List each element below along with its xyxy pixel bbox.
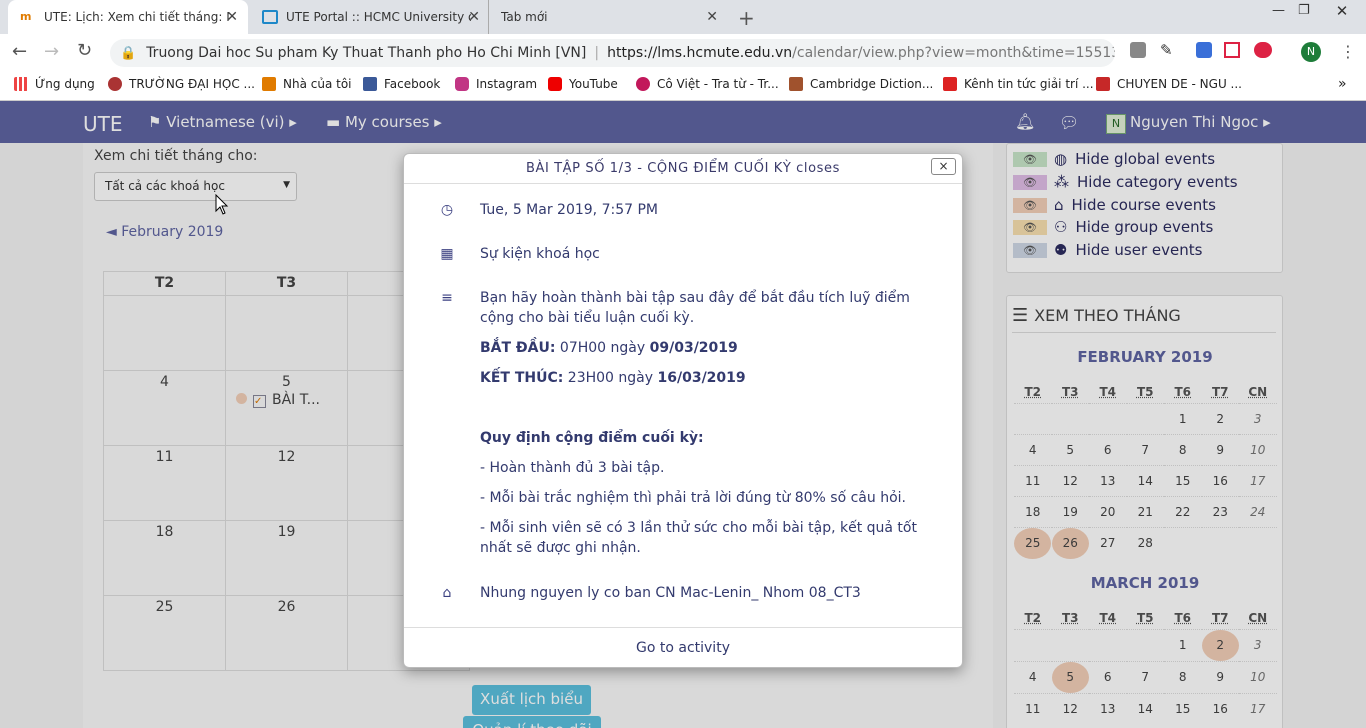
apps-grid-icon [14,77,28,91]
event-details-modal: BÀI TẬP SỐ 1/3 - CỘNG ĐIỂM CUỐI KỲ close… [403,153,963,668]
moodle-favicon-icon: m [20,10,32,23]
pdf-icon [1096,77,1110,91]
lock-icon: 🔒 [120,45,137,61]
modal-close-button[interactable]: × [931,158,956,175]
clock-icon: ◷ [440,202,454,218]
bookmark-cambridge[interactable]: Cambridge Diction... [789,77,933,91]
back-arrow-icon[interactable]: ← [12,41,27,62]
bookmark-apps[interactable]: Ứng dụng [14,77,95,91]
tab-ute-portal[interactable]: UTE Portal :: HCMC University of ✕ [250,0,490,34]
minimize-icon[interactable]: — [1272,3,1285,18]
rules-heading: Quy định cộng điểm cuối kỳ: [480,430,704,446]
reload-icon[interactable]: ↻ [77,40,92,61]
close-tab-icon[interactable]: ✕ [226,9,238,25]
bookmark-nha-cua-toi[interactable]: Nhà của tôi [262,77,352,91]
rule-item: - Mỗi bài trắc nghiệm thì phải trả lời đ… [480,490,906,506]
rule-item: - Mỗi sinh viên sẽ có 3 lần thử sức cho … [480,520,917,556]
restore-icon[interactable]: ❐ [1298,3,1310,18]
event-datetime: Tue, 5 Mar 2019, 7:57 PM [480,202,658,218]
bookmark-instagram[interactable]: Instagram [455,77,537,91]
forward-arrow-icon[interactable]: → [44,41,59,62]
youtube-icon [548,77,562,91]
bookmark-chuyen-de[interactable]: CHUYEN DE - NGU ... [1096,77,1242,91]
bookmark-co-viet[interactable]: Cô Việt - Tra từ - Tr... [636,77,779,91]
cambridge-shield-icon [789,77,803,91]
bookmark-youtube[interactable]: YouTube [548,77,618,91]
tab-new[interactable]: Tab mới ✕ [488,0,728,34]
event-end: KẾT THÚC: 23H00 ngày 16/03/2019 [480,370,746,386]
institution-icon: ⌂ [442,585,452,601]
bookmark-truong[interactable]: TRƯỜNG ĐẠI HỌC ... [108,77,255,91]
event-type: Sự kiện khoá học [480,246,600,262]
school-logo-icon [108,77,122,91]
modal-title: BÀI TẬP SỐ 1/3 - CỘNG ĐIỂM CUỐI KỲ close… [404,154,962,184]
co-viet-icon [636,77,650,91]
go-to-activity-link[interactable]: Go to activity [404,627,962,668]
new-tab-plus-icon[interactable]: + [738,6,755,30]
browser-tab-bar: m UTE: Lịch: Xem chi tiết tháng: Ma ✕ UT… [0,0,1366,34]
instagram-icon [455,77,469,91]
extension-icon[interactable] [1224,42,1240,58]
close-tab-icon[interactable]: ✕ [468,9,480,25]
facebook-ext-icon[interactable] [1130,42,1146,58]
tab-ute-calendar[interactable]: m UTE: Lịch: Xem chi tiết tháng: Ma ✕ [8,0,248,34]
moodle-icon [262,77,276,91]
eyedropper-icon[interactable]: ✎ [1160,41,1173,59]
calendar-icon: ▦ [440,246,454,262]
kenh14-icon [943,77,957,91]
bookmark-kenh14[interactable]: Kênh tin tức giải trí ... [943,77,1094,91]
window-close-icon[interactable]: ✕ [1318,0,1366,22]
close-tab-icon[interactable]: ✕ [706,9,718,25]
facebook-icon [363,77,377,91]
event-description: Bạn hãy hoàn thành bài tập sau đây để bắ… [480,290,910,326]
extension-icon[interactable] [1196,42,1212,58]
align-left-icon: ≡ [441,290,453,306]
more-bookmarks-icon[interactable]: » [1338,76,1347,92]
event-course[interactable]: Nhung nguyen ly co ban CN Mac-Lenin_ Nho… [480,583,861,603]
bookmark-facebook[interactable]: Facebook [363,77,440,91]
extension-icon[interactable] [1254,42,1272,58]
menu-kebab-icon[interactable]: ⋮ [1340,42,1356,61]
rule-item: - Hoàn thành đủ 3 bài tập. [480,460,665,476]
profile-avatar[interactable]: N [1301,42,1321,62]
portal-favicon-icon [262,10,278,24]
event-start: BẮT ĐẦU: 07H00 ngày 09/03/2019 [480,340,738,356]
omnibox[interactable]: 🔒 Truong Dai hoc Su pham Ky Thuat Thanh … [110,39,1115,67]
mouse-cursor-icon [215,194,229,215]
bookmarks-bar: Ứng dụng TRƯỜNG ĐẠI HỌC ... Nhà của tôi … [0,71,1366,101]
